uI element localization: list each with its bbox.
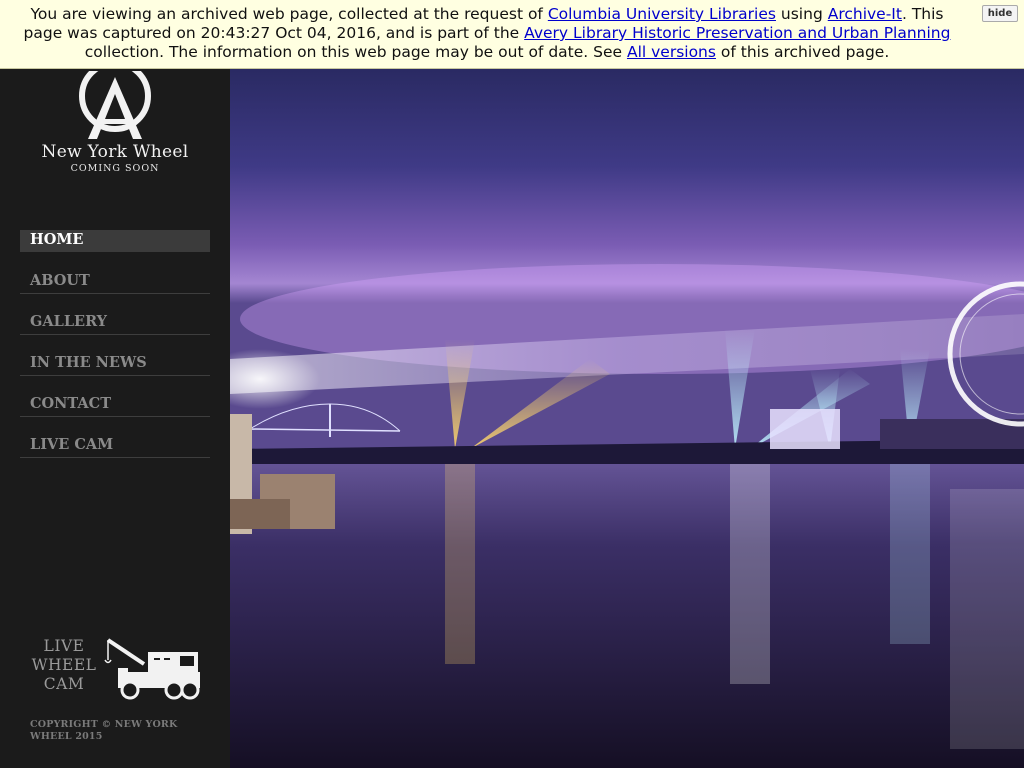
all-versions-link[interactable]: All versions bbox=[627, 43, 716, 61]
hide-banner-button[interactable]: hide bbox=[982, 5, 1018, 22]
nav-item-gallery[interactable]: GALLERY bbox=[20, 312, 210, 353]
cam-line: LIVE bbox=[43, 637, 85, 655]
wheel-logo-icon bbox=[30, 59, 200, 139]
live-wheel-cam-link[interactable]: LIVE WHEEL CAM bbox=[30, 637, 202, 703]
banner-text: collection. The information on this web … bbox=[84, 43, 627, 61]
banner-text: of this archived page. bbox=[715, 43, 890, 61]
columbia-libraries-link[interactable]: Columbia University Libraries bbox=[548, 5, 776, 23]
cam-line: WHEEL bbox=[31, 656, 97, 674]
copyright-text: COPYRIGHT © NEW YORK WHEEL 2015 bbox=[30, 719, 178, 742]
nav-item-label: CONTACT bbox=[30, 395, 112, 412]
nav-item-label: LIVE CAM bbox=[30, 436, 114, 453]
nav-item-label: ABOUT bbox=[30, 272, 90, 289]
nav-item-contact[interactable]: CONTACT bbox=[20, 394, 210, 435]
sidebar: New York Wheel COMING SOON HOME ABOUT GA… bbox=[0, 59, 230, 768]
cam-line: CAM bbox=[43, 675, 85, 693]
nav-item-label: HOME bbox=[30, 231, 84, 248]
banner-text: using bbox=[775, 5, 828, 23]
crane-truck-icon bbox=[104, 638, 200, 700]
archive-it-link[interactable]: Archive-It bbox=[828, 5, 902, 23]
archive-banner: You are viewing an archived web page, co… bbox=[0, 0, 1024, 69]
live-wheel-cam-text: LIVE WHEEL CAM bbox=[30, 637, 98, 694]
hero-image bbox=[230, 69, 1024, 768]
nav-item-label: GALLERY bbox=[30, 313, 108, 330]
nav-item-about[interactable]: ABOUT bbox=[20, 271, 210, 312]
logo-title: New York Wheel bbox=[41, 142, 189, 162]
logo-subtitle: COMING SOON bbox=[70, 163, 160, 174]
nav-item-in-the-news[interactable]: IN THE NEWS bbox=[20, 353, 210, 394]
nav-item-label: IN THE NEWS bbox=[30, 354, 147, 371]
nav-item-home[interactable]: HOME bbox=[20, 230, 210, 271]
collection-link[interactable]: Avery Library Historic Preservation and … bbox=[524, 24, 950, 42]
nav-item-live-cam[interactable]: LIVE CAM bbox=[20, 435, 210, 476]
banner-text: You are viewing an archived web page, co… bbox=[30, 5, 548, 23]
night-harbor-wheel-photo bbox=[230, 69, 1024, 768]
main-nav: HOME ABOUT GALLERY IN THE NEWS CONTACT L… bbox=[20, 230, 210, 476]
